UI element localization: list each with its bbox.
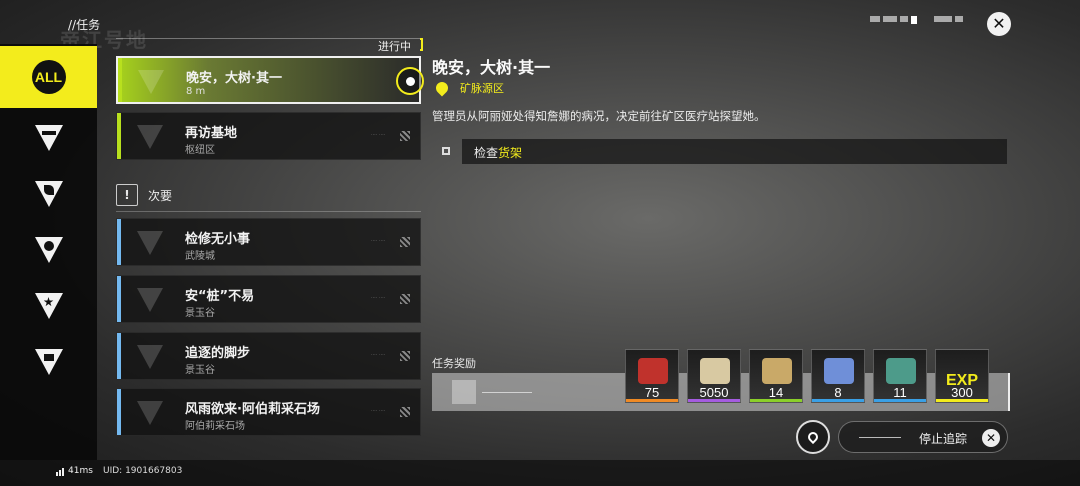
quest-location: 景玉谷 <box>185 365 215 376</box>
gem-icon <box>638 358 668 384</box>
quest-title: 检修无小事 <box>185 232 251 247</box>
objective-row: 检查货架 <box>432 139 1007 164</box>
breadcrumb: //任务 <box>68 18 101 32</box>
quest-item[interactable]: 安“桩”不易 景玉谷 ···· ···· <box>116 275 421 323</box>
reward-item-exp[interactable]: EXP 300 <box>935 349 989 403</box>
hatch-icon <box>400 294 410 304</box>
hatch-icon <box>400 237 410 247</box>
star-icon <box>34 293 63 319</box>
secondary-header: ! 次要 <box>116 184 421 212</box>
quest-location: 枢纽区 <box>185 145 215 156</box>
reward-label: 任务奖励 <box>432 357 476 370</box>
info-icon: ! <box>116 184 138 206</box>
status-bar: 41ms UID: 1901667803 <box>0 460 1080 486</box>
close-icon: ✕ <box>992 14 1006 33</box>
detail-title: 晚安，大树·其一 <box>432 58 551 77</box>
quest-location: 阿伯莉采石场 <box>185 421 245 432</box>
quest-item[interactable]: 再访基地 枢纽区 ···· ···· <box>116 112 421 160</box>
quest-item[interactable]: 风雨欲来·阿伯莉采石场 阿伯莉采石场 ···· ···· <box>116 388 421 436</box>
secondary-label: 次要 <box>148 189 173 203</box>
ticket-icon <box>700 358 730 384</box>
reward-count: 75 <box>644 385 660 400</box>
leaf-icon <box>34 181 63 207</box>
quest-distance: 8 m <box>186 86 206 97</box>
person-icon <box>34 237 63 263</box>
quest-location: 武陵城 <box>185 251 215 262</box>
category-endfield[interactable] <box>0 110 97 166</box>
objective-text: 检查货架 <box>474 146 523 160</box>
category-person[interactable] <box>0 222 97 278</box>
reward-count: 300 <box>951 385 973 400</box>
reward-count: 11 <box>893 385 907 400</box>
reward-item[interactable]: 11 <box>873 349 927 403</box>
reward-count: 14 <box>768 385 784 400</box>
device-icon <box>886 358 916 384</box>
category-calendar[interactable] <box>0 334 97 390</box>
checkbox-icon <box>442 147 450 155</box>
close-button[interactable]: ✕ <box>987 12 1011 36</box>
decorative-bars <box>870 16 963 24</box>
quest-emblem-icon <box>137 401 163 425</box>
quest-emblem-icon <box>137 345 163 369</box>
reward-item[interactable]: 8 <box>811 349 865 403</box>
quest-item-selected[interactable]: 晚安，大树·其一 8 m <box>116 56 424 104</box>
stop-tracking-label: 停止追踪 <box>919 432 968 446</box>
quest-item[interactable]: 追逐的脚步 景玉谷 ···· ···· <box>116 332 421 380</box>
close-icon: ✕ <box>982 429 1000 447</box>
all-badge-icon: ALL <box>31 60 66 94</box>
location-pin-icon <box>433 79 451 97</box>
exp-card-icon <box>762 358 792 384</box>
quest-location: 景玉谷 <box>185 308 215 319</box>
reward-item[interactable]: 5050 <box>687 349 741 403</box>
signal-icon <box>56 468 64 476</box>
quest-title: 追逐的脚步 <box>185 346 251 361</box>
quest-title: 安“桩”不易 <box>185 289 255 304</box>
section-divider <box>116 38 421 39</box>
category-star[interactable] <box>0 278 97 334</box>
endfield-icon <box>34 125 63 151</box>
quest-list: 晚安，大树·其一 8 m 再访基地 枢纽区 ···· ···· ! 次要 检修无… <box>108 50 426 460</box>
quest-emblem-icon <box>137 125 163 149</box>
map-locate-button[interactable] <box>796 420 830 454</box>
map-pin-icon <box>805 429 821 445</box>
region-tag: 矿脉源区 <box>432 79 504 97</box>
category-sidebar: ALL <box>0 44 97 460</box>
reward-item[interactable]: 75 <box>625 349 679 403</box>
quest-item[interactable]: 检修无小事 武陵城 ···· ···· <box>116 218 421 266</box>
hatch-icon <box>400 351 410 361</box>
region-name: 矿脉源区 <box>460 82 504 95</box>
quest-emblem-icon <box>137 288 163 312</box>
crystal-icon <box>824 358 854 384</box>
crate-icon <box>452 380 476 404</box>
hatch-icon <box>400 407 410 417</box>
quest-description: 管理员从阿丽娅处得知詹娜的病况，决定前往矿区医疗站探望她。 <box>432 109 766 123</box>
quest-title: 风雨欲来·阿伯莉采石场 <box>185 402 320 417</box>
hatch-icon <box>400 131 410 141</box>
reward-item[interactable]: 14 <box>749 349 803 403</box>
category-leaf[interactable] <box>0 166 97 222</box>
stop-tracking-button[interactable]: 停止追踪 ✕ <box>838 421 1008 453</box>
quest-title: 再访基地 <box>185 126 238 141</box>
quest-emblem-icon <box>138 70 164 94</box>
quest-emblem-icon <box>137 231 163 255</box>
quest-title: 晚安，大树·其一 <box>186 71 282 86</box>
uid-readout: UID: 1901667803 <box>103 466 183 476</box>
calendar-icon <box>34 349 63 375</box>
category-all[interactable]: ALL <box>0 46 97 108</box>
tracking-target-icon[interactable] <box>396 67 424 95</box>
ping-readout: 41ms <box>68 466 93 476</box>
reward-count: 5050 <box>699 385 729 400</box>
reward-count: 8 <box>834 385 842 400</box>
